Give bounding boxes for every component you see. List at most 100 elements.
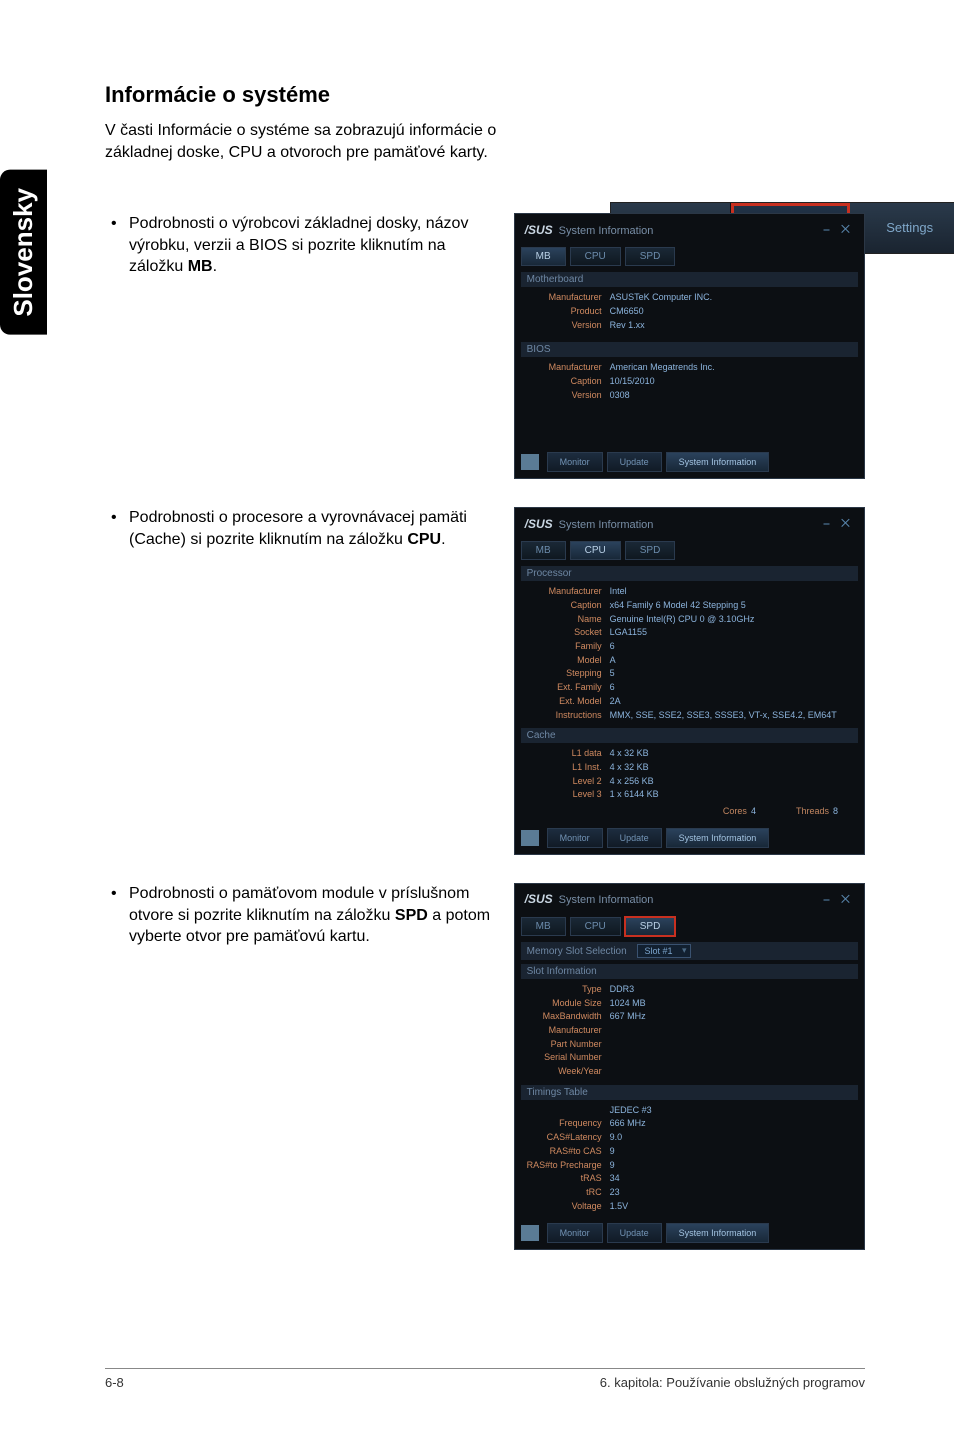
- page-number: 6-8: [105, 1375, 124, 1390]
- subtab-cpu[interactable]: CPU: [570, 541, 621, 560]
- v-serial: [610, 1052, 854, 1064]
- k-maxbw: MaxBandwidth: [525, 1011, 610, 1023]
- window-controls[interactable]: ⎯ ✕: [824, 222, 854, 237]
- page-content: Informácie o systéme V časti Informácie …: [105, 82, 865, 1278]
- period: .: [213, 258, 217, 275]
- subtab-mb[interactable]: MB: [521, 541, 566, 560]
- window-controls[interactable]: ⎯ ✕: [824, 516, 854, 531]
- slot-dropdown[interactable]: Slot #1: [637, 944, 691, 958]
- nav-update[interactable]: Update: [607, 1223, 662, 1243]
- v-manufacturer: ASUSTeK Computer INC.: [610, 292, 854, 304]
- subtab-mb[interactable]: MB: [521, 247, 566, 266]
- tab-settings[interactable]: Settings: [850, 203, 954, 253]
- nav-update[interactable]: Update: [607, 828, 662, 848]
- v-l3: 1 x 6144 KB: [610, 789, 854, 801]
- k-serial: Serial Number: [525, 1052, 610, 1064]
- nav-sysinfo[interactable]: System Information: [666, 452, 770, 472]
- v-l1i: 4 x 32 KB: [610, 762, 854, 774]
- processor-label: Processor: [521, 566, 858, 581]
- k-modsize: Module Size: [525, 998, 610, 1010]
- memslot-text: Memory Slot Selection: [527, 946, 627, 957]
- memslot-label: Memory Slot Selection Slot #1: [521, 942, 858, 960]
- asus-logo: /SUS: [525, 223, 553, 237]
- subtab-spd[interactable]: SPD: [625, 917, 676, 936]
- mb-panel-screenshot: /SUSSystem Information ⎯ ✕ MB CPU SPD Mo…: [514, 213, 865, 479]
- k-trc: tRC: [525, 1187, 610, 1199]
- window-controls[interactable]: ⎯ ✕: [824, 892, 854, 907]
- k-raspre: RAS#to Precharge: [525, 1160, 610, 1172]
- subtab-spd[interactable]: SPD: [625, 541, 676, 560]
- k-socket: Socket: [525, 627, 610, 639]
- v-weekyr: [610, 1066, 854, 1078]
- k-instr: Instructions: [525, 710, 610, 722]
- v-instr: MMX, SSE, SSE2, SSE3, SSSE3, VT-x, SSE4.…: [610, 710, 854, 722]
- v-bversion: 0308: [610, 390, 854, 402]
- section-cpu: Podrobnosti o procesore a vyrovnávacej p…: [105, 507, 865, 855]
- bios-label: BIOS: [521, 342, 858, 357]
- k-manufacturer: Manufacturer: [525, 292, 610, 304]
- subtab-mb[interactable]: MB: [521, 917, 566, 936]
- bullet-mb-text: Podrobnosti o výrobcovi základnej dosky,…: [129, 215, 468, 275]
- bullet-mb: Podrobnosti o výrobcovi základnej dosky,…: [105, 213, 496, 278]
- nav-monitor[interactable]: Monitor: [547, 1223, 603, 1243]
- nav-monitor[interactable]: Monitor: [547, 828, 603, 848]
- mb-titlebar: /SUSSystem Information ⎯ ✕: [521, 220, 858, 243]
- k-cname: Name: [525, 614, 610, 626]
- cores-label: Cores: [723, 806, 747, 816]
- v-l1d: 4 x 32 KB: [610, 748, 854, 760]
- v-smanuf: [610, 1025, 854, 1037]
- spd-subtabs: MB CPU SPD: [521, 917, 858, 936]
- asus-logo: /SUS: [525, 517, 553, 531]
- subtab-spd[interactable]: SPD: [625, 247, 676, 266]
- v-model: A: [610, 655, 854, 667]
- page-heading: Informácie o systéme: [105, 82, 865, 108]
- spd-titlebar: /SUSSystem Information ⎯ ✕: [521, 890, 858, 913]
- v-volt: 1.5V: [610, 1201, 854, 1213]
- v-version: Rev 1.xx: [610, 320, 854, 332]
- v-tras: 34: [610, 1173, 854, 1185]
- page-footer: 6-8 6. kapitola: Používanie obslužných p…: [105, 1368, 865, 1390]
- panel-title-cpu: System Information: [559, 519, 654, 531]
- subtab-cpu[interactable]: CPU: [570, 917, 621, 936]
- v-ras: 9: [610, 1146, 854, 1158]
- k-stepping: Stepping: [525, 668, 610, 680]
- threads-val: 8: [833, 806, 838, 816]
- v-extmod: 2A: [610, 696, 854, 708]
- v-stepping: 5: [610, 668, 854, 680]
- v-maxbw: 667 MHz: [610, 1011, 854, 1023]
- k-partno: Part Number: [525, 1039, 610, 1051]
- v-bmanuf: American Megatrends Inc.: [610, 362, 854, 374]
- k-extmod: Ext. Model: [525, 696, 610, 708]
- cpu-subtabs: MB CPU SPD: [521, 541, 858, 560]
- k-tras: tRAS: [525, 1173, 610, 1185]
- k-l2: Level 2: [525, 776, 610, 788]
- k-l3: Level 3: [525, 789, 610, 801]
- subtab-cpu[interactable]: CPU: [570, 247, 621, 266]
- v-raspre: 9: [610, 1160, 854, 1172]
- k-ras: RAS#to CAS: [525, 1146, 610, 1158]
- v-freq: 666 MHz: [610, 1118, 854, 1130]
- cores-row: Cores4 Threads8: [521, 802, 858, 818]
- mb-bottom-nav: Monitor Update System Information: [521, 452, 858, 472]
- v-product: CM6650: [610, 306, 854, 318]
- asus-icon: [521, 830, 539, 846]
- k-version: Version: [525, 320, 610, 332]
- k-bmanuf: Manufacturer: [525, 362, 610, 374]
- intro-text: V časti Informácie o systéme sa zobrazuj…: [105, 120, 505, 163]
- k-extfam: Ext. Family: [525, 682, 610, 694]
- nav-monitor[interactable]: Monitor: [547, 452, 603, 472]
- k-l1d: L1 data: [525, 748, 610, 760]
- threads-label: Threads: [796, 806, 829, 816]
- nav-update[interactable]: Update: [607, 452, 662, 472]
- v-partno: [610, 1039, 854, 1051]
- nav-sysinfo[interactable]: System Information: [666, 828, 770, 848]
- nav-sysinfo[interactable]: System Information: [666, 1223, 770, 1243]
- bullet-cpu: Podrobnosti o procesore a vyrovnávacej p…: [105, 507, 496, 550]
- v-jedec: JEDEC #3: [610, 1105, 854, 1117]
- k-jedec: [525, 1105, 610, 1117]
- k-caption: Caption: [525, 376, 610, 388]
- v-cas: 9.0: [610, 1132, 854, 1144]
- slotinfo-label: Slot Information: [521, 964, 858, 979]
- asus-logo: /SUS: [525, 892, 553, 906]
- mb-subtabs: MB CPU SPD: [521, 247, 858, 266]
